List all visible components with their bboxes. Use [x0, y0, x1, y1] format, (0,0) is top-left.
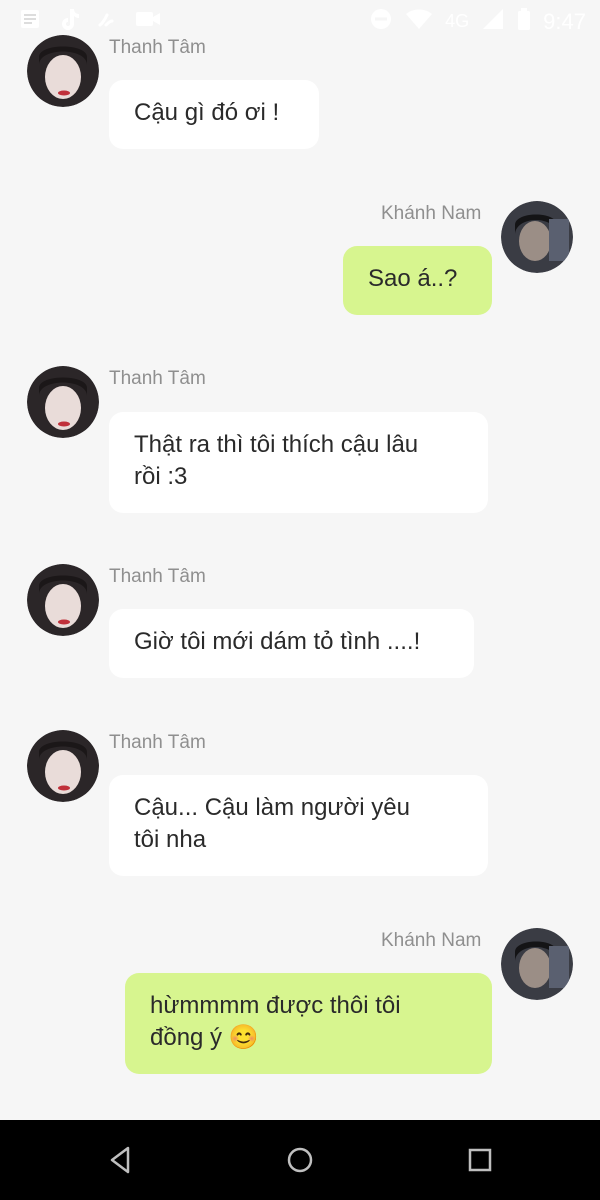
avatar-thanh-tam[interactable] [27, 35, 99, 107]
sender-name: Khánh Nam [381, 203, 482, 224]
signal-icon [481, 7, 505, 36]
message-bubble[interactable]: hừmmmm được thôi tôi đồng ý 😊 [125, 973, 492, 1074]
home-icon [287, 1147, 313, 1173]
message-bubble[interactable]: Sao á..? [343, 246, 492, 315]
sender-name: Thanh Tâm [109, 368, 206, 389]
do-not-disturb-icon [369, 7, 393, 36]
wifi-icon [405, 7, 433, 36]
recents-button[interactable] [465, 1145, 495, 1175]
avatar-thanh-tam[interactable] [27, 564, 99, 636]
gesture-icon [96, 7, 118, 36]
message-text-line: Thật ra thì tôi thích cậu lâu [134, 431, 419, 458]
message-text-line: rồi :3 [134, 463, 188, 490]
video-icon [134, 7, 162, 36]
avatar-thanh-tam[interactable] [27, 366, 99, 438]
message-text-line: tôi nha [134, 826, 207, 853]
recents-icon [468, 1148, 492, 1172]
battery-icon [517, 7, 531, 36]
sender-name: Khánh Nam [381, 930, 482, 951]
news-icon [18, 7, 42, 36]
message-text: Cậu gì đó ơi ! [134, 99, 280, 126]
home-button[interactable] [285, 1145, 315, 1175]
message-bubble[interactable]: Giờ tôi mới dám tỏ tình ....! [109, 609, 474, 678]
message-text-line: hừmmmm được thôi tôi [150, 992, 401, 1019]
sender-name: Thanh Tâm [109, 566, 206, 587]
back-button[interactable] [106, 1145, 136, 1175]
message-text-line: đồng ý 😊 [150, 1024, 259, 1051]
message-bubble[interactable]: Thật ra thì tôi thích cậu lâu rồi :3 [109, 412, 488, 513]
tiktok-icon [58, 7, 80, 36]
status-bar: 4G 9:47 [0, 0, 600, 40]
message-bubble[interactable]: Cậu... Cậu làm người yêu tôi nha [109, 775, 488, 876]
back-icon [110, 1146, 130, 1174]
avatar-thanh-tam[interactable] [27, 730, 99, 802]
message-text-line: Cậu... Cậu làm người yêu [134, 794, 410, 821]
clock: 9:47 [543, 8, 586, 34]
sender-name: Thanh Tâm [109, 732, 206, 753]
message-text: Giờ tôi mới dám tỏ tình ....! [134, 628, 421, 655]
sender-name: Thanh Tâm [109, 37, 206, 58]
message-bubble[interactable]: Cậu gì đó ơi ! [109, 80, 319, 149]
network-type: 4G [445, 11, 470, 31]
message-text: Sao á..? [368, 265, 458, 292]
avatar-khanh-nam[interactable] [501, 928, 573, 1000]
avatar-khanh-nam[interactable] [501, 201, 573, 273]
navigation-bar [0, 1120, 600, 1200]
